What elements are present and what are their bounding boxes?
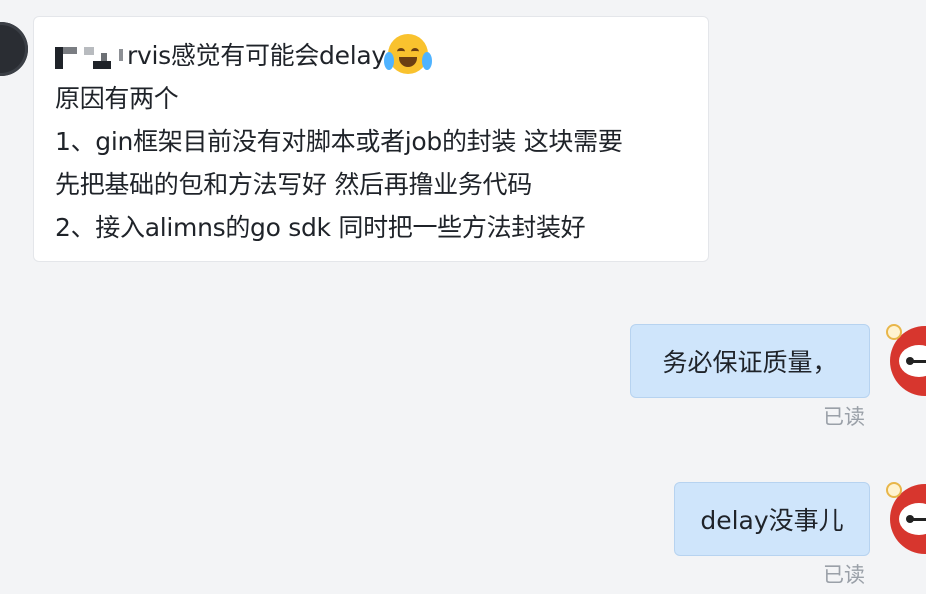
read-status: 已读 (823, 563, 865, 587)
crying-laughing-emoji-icon (383, 34, 432, 74)
incoming-message-bubble[interactable]: rvis感觉有可能会delay 原因有两个 1、gin框架目前没有对脚本或者jo… (33, 16, 709, 262)
read-status: 已读 (823, 405, 865, 429)
user-avatar[interactable] (886, 324, 926, 396)
message-line: 1、gin框架目前没有对脚本或者job的封装 这块需要 (55, 127, 623, 156)
user-avatar[interactable] (886, 482, 926, 554)
message-line: 原因有两个 (55, 84, 179, 113)
message-line: 先把基础的包和方法写好 然后再撸业务代码 (55, 170, 532, 199)
redacted-name (55, 43, 123, 71)
sender-name-fragment: rvis (127, 41, 171, 70)
outgoing-message-bubble[interactable]: 务必保证质量， (630, 324, 870, 398)
message-text: 务必保证质量， (662, 348, 838, 377)
message-line: 2、接入alimns的go sdk 同时把一些方法封装好 (55, 213, 586, 242)
badge-icon (886, 324, 902, 340)
message-text: 感觉有可能会delay (170, 41, 386, 70)
message-text: delay没事儿 (700, 506, 844, 535)
message-line: rvis感觉有可能会delay (55, 34, 708, 77)
sender-avatar[interactable] (0, 22, 28, 76)
badge-icon (886, 482, 902, 498)
outgoing-message-bubble[interactable]: delay没事儿 (674, 482, 870, 556)
